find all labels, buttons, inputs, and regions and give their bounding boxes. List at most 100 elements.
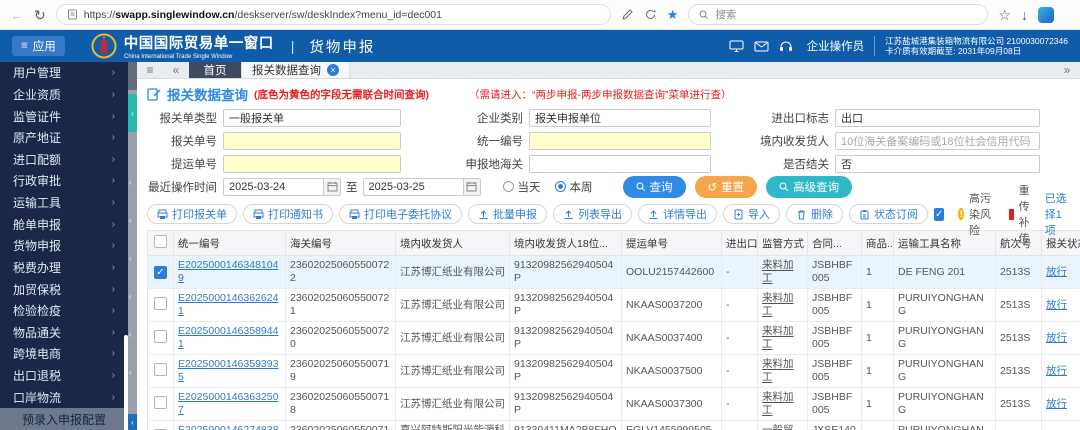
tabs-scroll-left-icon[interactable]: «: [163, 62, 189, 78]
chevron-left-icon[interactable]: ‹: [129, 330, 132, 339]
select-all-checkbox[interactable]: [154, 235, 167, 248]
sync-icon[interactable]: [644, 8, 657, 21]
unified-no-link[interactable]: E20250001463593935: [178, 358, 278, 383]
main-area: ≡ « 首页 报关数据查询 × » 报关数据查询 (底色为黄色的字段无需联合时间…: [137, 62, 1080, 430]
ent-type-field[interactable]: 报关申报单位: [529, 108, 711, 127]
chevron-left-icon[interactable]: ‹: [129, 368, 132, 377]
reset-button[interactable]: ↺ 重置: [694, 175, 758, 198]
ie-flag-field[interactable]: 出口: [835, 108, 1040, 127]
status-link[interactable]: 放行: [1046, 266, 1067, 278]
browser-profile-icon[interactable]: [1037, 6, 1054, 23]
sidebar-item-inspection[interactable]: 检验检疫 ›: [0, 300, 128, 322]
sidebar-item-processing-trade[interactable]: 加贸保税 ›: [0, 278, 128, 300]
pen-icon[interactable]: [621, 8, 634, 21]
refresh-icon[interactable]: ↻: [34, 8, 46, 22]
row-checkbox[interactable]: [154, 395, 167, 409]
sidebar-item-import-quota[interactable]: 进口配额 ›: [0, 149, 128, 171]
row-checkbox-checked[interactable]: ✓: [154, 265, 167, 279]
sidebar-item-user-mgmt[interactable]: 用户管理 ›: [0, 62, 128, 84]
address-bar[interactable]: https://swapp.singlewindow.cn/deskserver…: [55, 4, 611, 25]
sidebar-item-admin-approval[interactable]: 行政审批 ›: [0, 170, 128, 192]
print-e-agreement-button[interactable]: 打印电子委托协议: [339, 204, 462, 224]
apps-menu-button[interactable]: ≡ 应用: [12, 36, 65, 56]
customs-no-cell: 236020250605500719: [285, 354, 396, 388]
sidebar-item-prerecord-config[interactable]: 预录入申报配置: [0, 408, 128, 430]
strip-bottom-toggle[interactable]: ‹: [128, 414, 137, 430]
unified-no-link[interactable]: E20250001463626241: [178, 292, 278, 317]
date-from-input[interactable]: 2025-03-24: [223, 177, 323, 196]
list-export-button[interactable]: 列表导出: [553, 204, 632, 224]
import-button[interactable]: 导入: [723, 204, 780, 224]
batch-declare-button[interactable]: 批量申报: [468, 204, 547, 224]
sidebar-item-licenses[interactable]: 监管证件 ›: [0, 105, 128, 127]
row-checkbox[interactable]: [154, 329, 167, 343]
chevron-left-icon[interactable]: ‹: [129, 254, 132, 263]
status-link[interactable]: 放行: [1046, 299, 1067, 311]
tabs-scroll-right-icon[interactable]: »: [1054, 62, 1080, 78]
delete-button[interactable]: 删除: [786, 204, 843, 224]
print-notice-button[interactable]: 打印通知书: [243, 204, 333, 224]
decl-type-field[interactable]: 一般报关单: [223, 108, 401, 127]
collapse-handle[interactable]: ‹: [128, 94, 137, 132]
sidebar-item-cargo-decl[interactable]: 货物申报 ›: [0, 235, 128, 257]
user-role[interactable]: 企业操作员: [807, 38, 865, 54]
sidebar-item-enterprise[interactable]: 企业资质 ›: [0, 84, 128, 106]
chevron-left-icon[interactable]: ‹: [129, 292, 132, 301]
row-checkbox[interactable]: [154, 296, 167, 310]
download-icon[interactable]: ↓: [1021, 8, 1028, 22]
tab-menu-icon[interactable]: ≡: [137, 62, 163, 78]
star-icon[interactable]: ★: [667, 7, 679, 23]
trash-icon: [798, 210, 805, 219]
decl-no-input[interactable]: [223, 131, 401, 150]
advanced-search-button[interactable]: 高级查询: [766, 175, 853, 198]
unified-no-link[interactable]: E20250001463632507: [178, 391, 278, 416]
browser-search-box[interactable]: 搜索: [688, 4, 989, 25]
unified-no-link[interactable]: E20250001463481049: [178, 259, 278, 284]
contract-cell: JSBHBF005: [807, 288, 862, 322]
sidebar-item-manifest[interactable]: 舱单申报 ›: [0, 213, 128, 235]
close-icon[interactable]: ×: [327, 64, 339, 76]
status-subscribe-button[interactable]: 状态订阅: [849, 204, 928, 224]
customs-place-input[interactable]: [529, 154, 711, 173]
sidebar-item-transport[interactable]: 运输工具 ›: [0, 192, 128, 214]
site-info-icon[interactable]: [67, 9, 78, 20]
sidebar-item-cross-border[interactable]: 跨境电商 ›: [0, 343, 128, 365]
tab-home[interactable]: 首页: [189, 62, 241, 78]
toolbar-checkbox-checked[interactable]: ✓: [934, 207, 945, 221]
status-link[interactable]: 放行: [1046, 398, 1067, 410]
bl-no-input[interactable]: [223, 154, 401, 173]
sidebar-item-port-logistics[interactable]: 口岸物流 ›: [0, 386, 128, 408]
print-declaration-button[interactable]: 打印报关单: [147, 204, 237, 224]
chevron-left-icon[interactable]: ‹: [129, 216, 132, 225]
tab-customs-data-query[interactable]: 报关数据查询 ×: [241, 62, 350, 78]
back-icon[interactable]: ←: [10, 8, 24, 22]
mail-icon[interactable]: [754, 41, 769, 52]
calendar-icon[interactable]: [462, 177, 481, 196]
row-checkbox[interactable]: [154, 362, 167, 376]
headset-icon[interactable]: [779, 40, 793, 53]
radio-today[interactable]: 当天: [502, 179, 541, 195]
monitor-icon[interactable]: [729, 40, 744, 53]
search-button[interactable]: 查询: [622, 175, 686, 198]
radio-this-week[interactable]: 本周: [554, 179, 593, 195]
unified-no-link[interactable]: E20250001462748387: [178, 424, 278, 430]
status-link[interactable]: 放行: [1046, 332, 1067, 344]
chevron-left-icon: ‹: [131, 108, 134, 118]
sidebar-item-tax[interactable]: 税费办理 ›: [0, 257, 128, 279]
consignee-input[interactable]: 10位海关备案编码或18位社会信用代码: [835, 131, 1040, 150]
sidebar-item-articles[interactable]: 物品通关 ›: [0, 322, 128, 344]
sidebar-item-export-rebate[interactable]: 出口退税 ›: [0, 365, 128, 387]
goods-cell: 1: [861, 420, 894, 430]
unified-no-input[interactable]: [529, 131, 711, 150]
detail-export-button[interactable]: 详情导出: [638, 204, 717, 224]
calendar-icon[interactable]: [323, 177, 341, 196]
vessel-cell: PURUIYONGHANG: [893, 387, 996, 421]
sidebar-item-origin-cert[interactable]: 原产地证 ›: [0, 127, 128, 149]
chevron-left-icon[interactable]: ‹: [129, 178, 132, 187]
status-link[interactable]: 放行: [1046, 365, 1067, 377]
upload-icon: [479, 209, 488, 219]
closed-field[interactable]: 否: [835, 154, 1040, 173]
favorite-icon[interactable]: ☆: [998, 8, 1011, 22]
date-to-input[interactable]: 2025-03-25: [362, 177, 463, 196]
unified-no-link[interactable]: E20250001463589441: [178, 325, 278, 350]
